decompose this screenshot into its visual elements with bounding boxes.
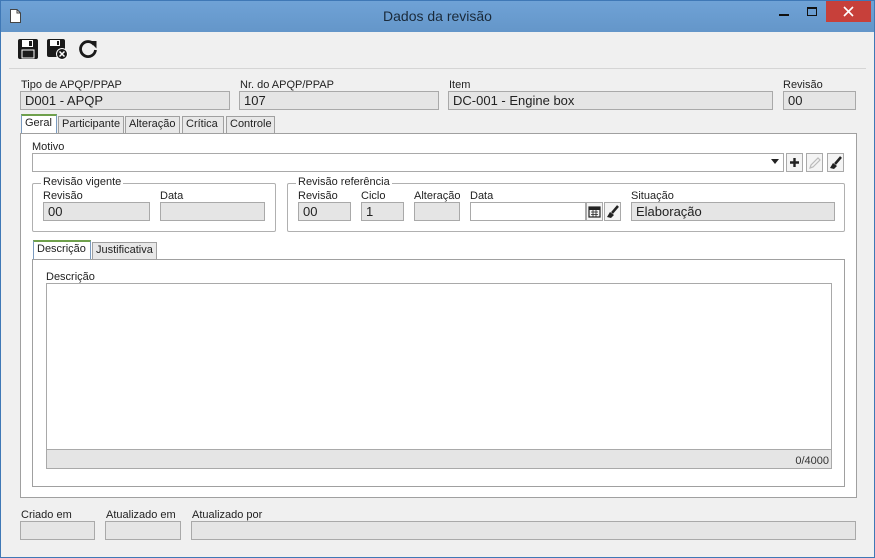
motivo-label: Motivo <box>32 141 65 153</box>
updated-by-field <box>191 521 856 540</box>
plus-icon <box>790 158 799 167</box>
title-bar[interactable]: Dados da revisão <box>1 1 874 32</box>
motivo-select[interactable] <box>32 153 784 172</box>
ref-rev-field: 00 <box>298 202 351 221</box>
current-revision-title: Revisão vigente <box>41 176 124 188</box>
eraser-icon <box>830 156 842 169</box>
revision-label: Revisão <box>783 79 823 91</box>
sub-tabs: Descrição Justificativa <box>33 240 233 259</box>
created-field <box>20 521 95 540</box>
current-rev-field: 00 <box>43 202 150 221</box>
description-label: Descrição <box>46 271 95 283</box>
type-field: D001 - APQP <box>20 91 230 110</box>
clear-date-button[interactable] <box>604 202 621 221</box>
ref-status-label: Situação <box>631 190 674 202</box>
ref-date-label: Data <box>470 190 494 202</box>
ref-cycle-field: 1 <box>361 202 404 221</box>
calendar-icon <box>588 206 601 218</box>
reference-revision-group: Revisão referência Revisão 00 Ciclo 1 Al… <box>287 176 845 232</box>
current-revision-group: Revisão vigente Revisão 00 Data <box>32 176 276 232</box>
description-counter-bar: 0/4000 <box>46 449 832 469</box>
refresh-icon[interactable] <box>77 38 99 60</box>
window-title: Dados da revisão <box>383 8 492 24</box>
description-counter: 0/4000 <box>795 455 829 467</box>
maximize-button[interactable] <box>798 1 826 22</box>
toolbar-separator <box>9 68 866 69</box>
tab-descricao[interactable]: Descrição <box>33 240 91 259</box>
ref-cycle-label: Ciclo <box>361 190 386 202</box>
tab-participante[interactable]: Participante <box>58 116 124 133</box>
tab-geral[interactable]: Geral <box>21 114 57 133</box>
eraser-icon <box>607 205 619 218</box>
tab-critica[interactable]: Crítica <box>182 116 224 133</box>
updated-label: Atualizado em <box>106 509 176 521</box>
add-motivo-button[interactable] <box>786 153 803 172</box>
updated-field <box>105 521 181 540</box>
minimize-button[interactable] <box>770 1 798 22</box>
tab-alteracao[interactable]: Alteração <box>125 116 180 133</box>
maximize-icon <box>807 7 817 16</box>
clear-motivo-button[interactable] <box>827 153 844 172</box>
number-label: Nr. do APQP/PPAP <box>240 79 334 91</box>
dialog-window: Dados da revisão Tipo de APQP/PPAP D001 … <box>0 0 875 558</box>
ref-date-field[interactable] <box>470 202 586 221</box>
reference-revision-title: Revisão referência <box>296 176 392 188</box>
current-date-field <box>160 202 265 221</box>
item-field: DC-001 - Engine box <box>448 91 773 110</box>
dialog-content: Tipo de APQP/PPAP D001 - APQP Nr. do APQ… <box>9 32 866 551</box>
ref-change-label: Alteração <box>414 190 461 202</box>
save-close-icon[interactable] <box>46 38 68 60</box>
current-date-label: Data <box>160 190 184 202</box>
ref-change-field <box>414 202 460 221</box>
current-rev-label: Revisão <box>43 190 83 202</box>
minimize-icon <box>779 14 789 16</box>
revision-field: 00 <box>783 91 856 110</box>
description-panel: Descrição 0/4000 <box>32 259 845 487</box>
number-field: 107 <box>239 91 439 110</box>
tab-justificativa[interactable]: Justificativa <box>92 242 157 259</box>
calendar-button[interactable] <box>586 202 603 221</box>
close-icon <box>843 6 854 17</box>
chevron-down-icon[interactable] <box>771 159 779 165</box>
save-icon[interactable] <box>17 38 39 60</box>
updated-by-label: Atualizado por <box>192 509 263 521</box>
tab-controle[interactable]: Controle <box>226 116 275 133</box>
ref-status-field: Elaboração <box>631 202 835 221</box>
edit-motivo-button[interactable] <box>806 153 823 172</box>
item-label: Item <box>449 79 471 91</box>
ref-rev-label: Revisão <box>298 190 338 202</box>
main-tabs: Geral Participante Alteração Crítica Con… <box>21 114 321 133</box>
pencil-icon <box>809 157 821 169</box>
general-panel: Motivo Revisão vigente Revisão 00 Data R… <box>20 133 857 498</box>
created-label: Criado em <box>21 509 72 521</box>
description-textarea[interactable] <box>46 283 832 469</box>
type-label: Tipo de APQP/PPAP <box>21 79 122 91</box>
close-button[interactable] <box>826 1 871 22</box>
